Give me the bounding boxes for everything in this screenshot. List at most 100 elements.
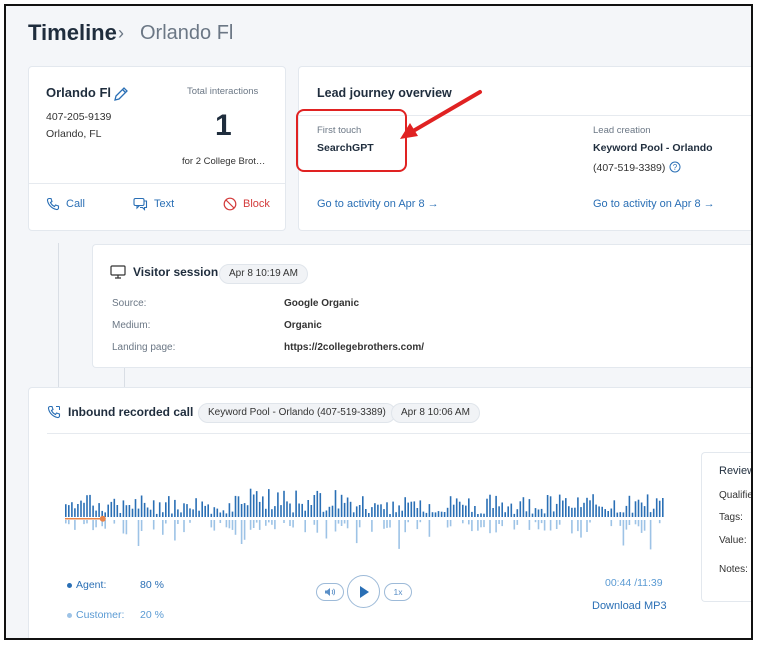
- edit-pencil-icon[interactable]: [113, 86, 129, 102]
- waveform-agent-bar: [162, 512, 164, 517]
- help-icon[interactable]: ?: [669, 161, 681, 173]
- waveform-agent-bar: [468, 498, 470, 517]
- waveform-agent-bar: [549, 496, 552, 517]
- playback-progress-line: [65, 518, 103, 520]
- screenshot-frame: Timeline › Orlando Fl Orlando Fl 407-205…: [4, 4, 753, 640]
- waveform-agent-bar: [71, 502, 73, 517]
- waveform-customer-bar: [358, 520, 361, 528]
- waveform-customer-bar: [386, 520, 388, 528]
- agent-percent: 80 %: [140, 579, 164, 591]
- waveform-customer-bar: [343, 520, 346, 524]
- play-icon: [358, 585, 370, 599]
- waveform-agent-bar: [483, 513, 485, 517]
- waveform-agent-bar: [322, 511, 325, 517]
- source-label: Source:: [112, 298, 147, 309]
- waveform-customer-bar: [577, 520, 579, 532]
- breadcrumb-current[interactable]: Orlando Fl: [140, 22, 233, 45]
- waveform-agent-bar: [216, 508, 219, 517]
- waveform-agent-bar: [652, 508, 655, 517]
- waveform-agent-bar: [589, 500, 591, 517]
- waveform-agent-bar: [237, 496, 240, 517]
- call-button[interactable]: Call: [46, 197, 85, 211]
- landing-page-value[interactable]: https://2collegebrothers.com/: [284, 342, 424, 353]
- waveform-agent-bar: [540, 508, 543, 517]
- waveform-agent-bar: [495, 495, 497, 517]
- waveform-customer-bar: [558, 520, 561, 525]
- waveform-agent-bar: [583, 502, 585, 517]
- volume-button[interactable]: [316, 583, 344, 601]
- waveform-agent-bar: [219, 512, 222, 517]
- play-button[interactable]: [347, 575, 380, 608]
- contact-actions-divider: [29, 183, 285, 184]
- waveform-agent-bar: [383, 509, 385, 517]
- waveform-agent-bar: [404, 497, 406, 517]
- waveform-agent-bar: [274, 506, 276, 517]
- review-tags-label: Tags:: [719, 512, 743, 523]
- waveform-agent-bar: [610, 508, 613, 517]
- visitor-session-date: Apr 8 10:19 AM: [219, 264, 308, 284]
- waveform-customer-bar: [252, 520, 255, 528]
- waveform-agent-bar: [419, 500, 422, 517]
- waveform-agent-bar: [131, 508, 134, 517]
- annotation-arrow-icon: [396, 86, 486, 146]
- waveform-agent-bar: [95, 510, 97, 517]
- customer-legend: Customer: 20 %: [67, 609, 164, 621]
- agent-dot-icon: [67, 582, 72, 588]
- waveform-customer-bar: [104, 520, 106, 529]
- speed-button[interactable]: 1x: [384, 583, 412, 601]
- waveform-agent-bar: [258, 501, 261, 517]
- waveform-customer-bar: [625, 520, 628, 530]
- waveform-agent-bar: [571, 507, 573, 517]
- waveform-agent-bar: [362, 496, 364, 517]
- customer-percent: 20 %: [140, 609, 164, 621]
- monitor-icon: [110, 265, 126, 279]
- waveform-agent-bar: [80, 500, 82, 517]
- waveform-agent-bar: [231, 511, 234, 517]
- waveform-customer-bar: [289, 520, 291, 526]
- call-source-pill: Keyword Pool - Orlando (407-519-3389): [198, 403, 396, 423]
- waveform-agent-bar: [125, 505, 128, 517]
- waveform-agent-bar: [246, 505, 249, 517]
- waveform-agent-bar: [477, 514, 479, 517]
- waveform-agent-bar: [89, 494, 91, 517]
- waveform-agent-bar: [128, 505, 131, 517]
- first-touch-link[interactable]: Go to activity on Apr 8 →: [317, 198, 439, 210]
- waveform-customer-bar: [649, 520, 652, 550]
- waveform-agent-bar: [522, 497, 525, 517]
- timeline-line-inner: [124, 366, 125, 389]
- inbound-call-title: Inbound recorded call: [68, 405, 194, 419]
- waveform-agent-bar: [662, 498, 664, 517]
- text-button[interactable]: Text: [133, 197, 174, 211]
- call-waveform[interactable]: [65, 483, 665, 555]
- waveform-agent-bar: [458, 501, 461, 517]
- download-mp3-link[interactable]: Download MP3: [592, 600, 667, 612]
- waveform-customer-bar: [340, 520, 343, 526]
- waveform-agent-bar: [74, 508, 76, 517]
- playback-handle[interactable]: [99, 515, 106, 522]
- waveform-agent-bar: [625, 505, 628, 517]
- source-value: Google Organic: [284, 298, 360, 309]
- landing-page-label: Landing page:: [112, 342, 176, 353]
- lead-creation-value: Keyword Pool - Orlando: [593, 142, 713, 154]
- waveform-agent-bar: [307, 500, 309, 517]
- waveform-customer-bar: [658, 520, 661, 524]
- waveform-agent-bar: [577, 497, 579, 517]
- waveform-customer-bar: [637, 520, 640, 527]
- waveform-customer-bar: [346, 520, 349, 529]
- waveform-agent-bar: [592, 494, 594, 517]
- waveform-customer-bar: [268, 520, 270, 523]
- block-button[interactable]: Block: [223, 197, 270, 211]
- waveform-agent-bar: [328, 506, 331, 517]
- waveform-agent-bar: [374, 503, 376, 517]
- waveform-agent-bar: [343, 502, 346, 517]
- text-label: Text: [154, 198, 175, 210]
- waveform-agent-bar: [240, 504, 243, 517]
- waveform-agent-bar: [492, 508, 494, 517]
- waveform-customer-bar: [416, 520, 419, 530]
- waveform-customer-bar: [516, 520, 519, 525]
- waveform-customer-bar: [213, 520, 216, 531]
- waveform-agent-bar: [410, 501, 413, 517]
- lead-creation-link[interactable]: Go to activity on Apr 8 →: [593, 198, 715, 210]
- waveform-customer-bar: [534, 520, 537, 523]
- waveform-customer-bar: [389, 520, 391, 528]
